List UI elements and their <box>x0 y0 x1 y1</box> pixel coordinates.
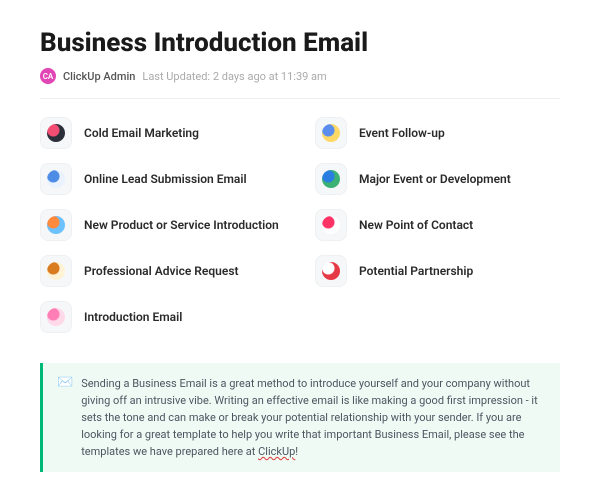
new-product-icon <box>47 216 65 234</box>
template-item-label: Professional Advice Request <box>84 264 239 278</box>
cold-email-icon <box>47 124 65 142</box>
template-item-4[interactable]: New Product or Service Introduction <box>40 209 285 241</box>
lead-submission-icon-box <box>40 163 72 195</box>
template-item-label: Event Follow-up <box>359 126 445 140</box>
new-product-icon-box <box>40 209 72 241</box>
callout-box: ✉️ Sending a Business Email is a great m… <box>40 363 560 472</box>
partnership-icon-box <box>315 255 347 287</box>
advice-icon <box>47 262 65 280</box>
major-event-icon-box <box>315 163 347 195</box>
template-item-1[interactable]: Event Follow-up <box>315 117 560 149</box>
new-contact-icon-box <box>315 209 347 241</box>
advice-icon-box <box>40 255 72 287</box>
template-item-0[interactable]: Cold Email Marketing <box>40 117 285 149</box>
template-grid: Cold Email Marketing Event Follow-up Onlin… <box>40 117 560 333</box>
new-contact-icon <box>322 216 340 234</box>
meta-row: CA ClickUp Admin Last Updated: 2 days ag… <box>40 68 560 99</box>
partnership-icon <box>322 262 340 280</box>
callout-squiggle: ClickUp <box>258 445 295 458</box>
template-item-2[interactable]: Online Lead Submission Email <box>40 163 285 195</box>
template-item-label: Potential Partnership <box>359 264 473 278</box>
event-followup-icon-box <box>315 117 347 149</box>
cold-email-icon-box <box>40 117 72 149</box>
page-title: Business Introduction Email <box>40 28 560 58</box>
template-item-label: Online Lead Submission Email <box>84 172 247 186</box>
template-item-3[interactable]: Major Event or Development <box>315 163 560 195</box>
template-item-label: New Point of Contact <box>359 218 473 232</box>
last-updated: Last Updated: 2 days ago at 11:39 am <box>142 70 326 83</box>
template-item-7[interactable]: Potential Partnership <box>315 255 560 287</box>
callout-text: Sending a Business Email is a great meth… <box>81 375 546 460</box>
template-item-label: New Product or Service Introduction <box>84 218 279 232</box>
template-item-label: Introduction Email <box>84 310 182 324</box>
template-item-label: Cold Email Marketing <box>84 126 199 140</box>
event-followup-icon <box>322 124 340 142</box>
intro-email-icon-box <box>40 301 72 333</box>
intro-email-icon <box>47 308 65 326</box>
envelope-icon: ✉️ <box>57 375 73 460</box>
callout-pre: Sending a Business Email is a great meth… <box>81 377 538 458</box>
template-item-5[interactable]: New Point of Contact <box>315 209 560 241</box>
avatar: CA <box>40 68 56 84</box>
author-name: ClickUp Admin <box>63 70 135 83</box>
template-item-label: Major Event or Development <box>359 172 511 186</box>
template-item-8[interactable]: Introduction Email <box>40 301 285 333</box>
template-item-6[interactable]: Professional Advice Request <box>40 255 285 287</box>
lead-submission-icon <box>47 170 65 188</box>
major-event-icon <box>322 170 340 188</box>
callout-post: ! <box>295 445 298 458</box>
